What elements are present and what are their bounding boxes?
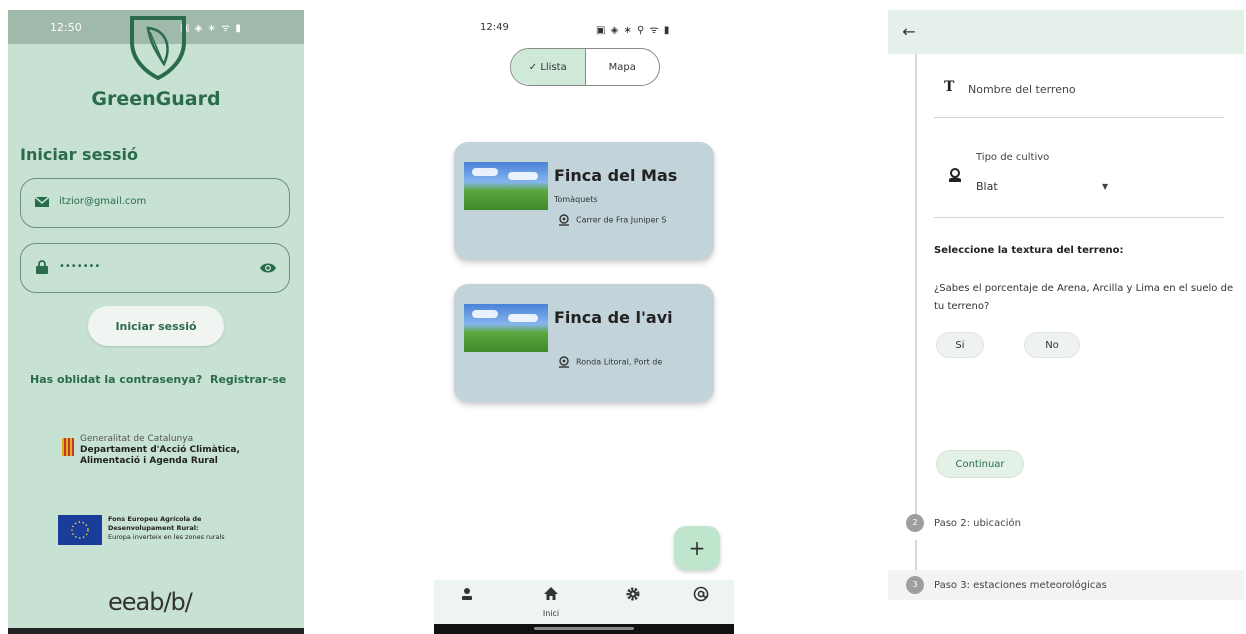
system-nav-bar [434,624,734,634]
feader-logo: Fons Europeu Agrícola de Desenvolupament… [58,515,268,549]
email-value: itzior@gmail.com [59,196,147,207]
step-number: 2 [906,514,924,532]
field-image [464,304,548,352]
location-pin-icon [559,214,569,226]
text-icon: T [944,79,955,95]
view-toggle: ✓ Llista Mapa [510,48,660,86]
gencat-logo: Generalitat de Catalunya Departament d'A… [62,434,262,474]
crop-type-value: Blat [976,180,998,193]
status-icons: ▣ ◈ ∗ ⚲ ᯤ ▮ [596,25,671,36]
status-time: 12:49 [480,22,509,33]
stepper-line [915,540,917,570]
field-crop: Tomàquets [554,195,598,204]
location-pin-icon [559,356,569,368]
sprout-icon [949,168,961,182]
nav-home-label: Inici [542,609,560,618]
stepper-line [915,54,917,516]
new-field-form-screen: ← T Nombre del terreno Tipo de cultivo B… [888,10,1244,600]
email-field[interactable]: itzior@gmail.com [20,178,290,228]
step-label: Paso 2: ubicación [934,518,1021,529]
login-button[interactable]: Iniciar sessió [88,306,224,346]
eye-icon[interactable] [259,259,277,277]
arrow-left-icon: ← [902,21,916,41]
gear-icon [626,587,640,601]
home-icon [544,587,558,600]
continue-button[interactable]: Continuar [936,450,1024,478]
mail-icon [35,196,49,207]
field-name: Finca del Mas [554,166,678,185]
senyera-icon [62,438,74,456]
lock-icon [36,260,48,274]
step-number: 3 [906,576,924,594]
profile-icon [462,588,472,600]
field-name: Finca de l'avi [554,308,673,327]
fields-list-screen: 12:49 ▣ ◈ ∗ ⚲ ᯤ ▮ ✓ Llista Mapa Finca de… [434,10,734,634]
texture-question: ¿Sabes el porcentaje de Arena, Arcilla y… [934,283,1234,312]
field-name-input[interactable]: T Nombre del terreno [934,70,1224,118]
texture-heading: Seleccione la textura del terreno: [934,245,1124,256]
login-screen: 12:50 ▣ ◈ ∗ ᯤ ▮ GreenGuard Iniciar sessi… [8,10,304,634]
tab-map[interactable]: Mapa [586,49,660,85]
field-image [464,162,548,210]
register-link[interactable]: Registrar-se [210,373,286,386]
eu-flag-icon [58,515,102,545]
at-icon [693,586,709,602]
crop-type-select[interactable]: Tipo de cultivo Blat ▼ [934,140,1224,218]
field-address: Ronda Litoral, Port de [558,356,710,368]
app-name: GreenGuard [91,88,221,110]
password-field[interactable]: ••••••• [20,243,290,293]
field-name-placeholder: Nombre del terreno [968,83,1076,96]
status-bar: 12:49 ▣ ◈ ∗ ⚲ ᯤ ▮ [434,10,734,38]
system-nav-bar [8,628,304,634]
status-time: 12:50 [50,21,82,34]
nav-contact[interactable] [686,586,716,616]
yes-button[interactable]: Si [936,332,984,358]
forgot-password-link[interactable]: Has oblidat la contrasenya? [30,373,202,386]
tab-list[interactable]: ✓ Llista [511,49,586,85]
bottom-nav: Inici [434,580,734,624]
nav-settings[interactable] [618,586,648,616]
crop-type-label: Tipo de cultivo [976,152,1050,163]
field-address: Carrer de Fra Juniper S [558,214,710,226]
no-button[interactable]: No [1024,332,1080,358]
dropdown-arrow-icon: ▼ [1102,182,1109,191]
nav-profile[interactable] [452,586,482,616]
back-button[interactable]: ← [898,20,920,42]
greenguard-logo [130,16,186,81]
password-value: ••••••• [59,261,101,272]
eeab-logo: eeab/b/ [108,588,193,616]
add-field-button[interactable]: + [674,526,720,570]
field-card[interactable]: Finca de l'avi Ronda Litoral, Port de [454,284,714,402]
step-label: Paso 3: estaciones meteorológicas [934,580,1107,591]
login-title: Iniciar sessió [20,145,138,164]
step-2[interactable]: 2 Paso 2: ubicación [906,514,1021,532]
field-card[interactable]: Finca del Mas Tomàquets Carrer de Fra Ju… [454,142,714,260]
top-app-bar: ← [888,10,1244,54]
step-3[interactable]: 3 Paso 3: estaciones meteorológicas [906,576,1107,594]
